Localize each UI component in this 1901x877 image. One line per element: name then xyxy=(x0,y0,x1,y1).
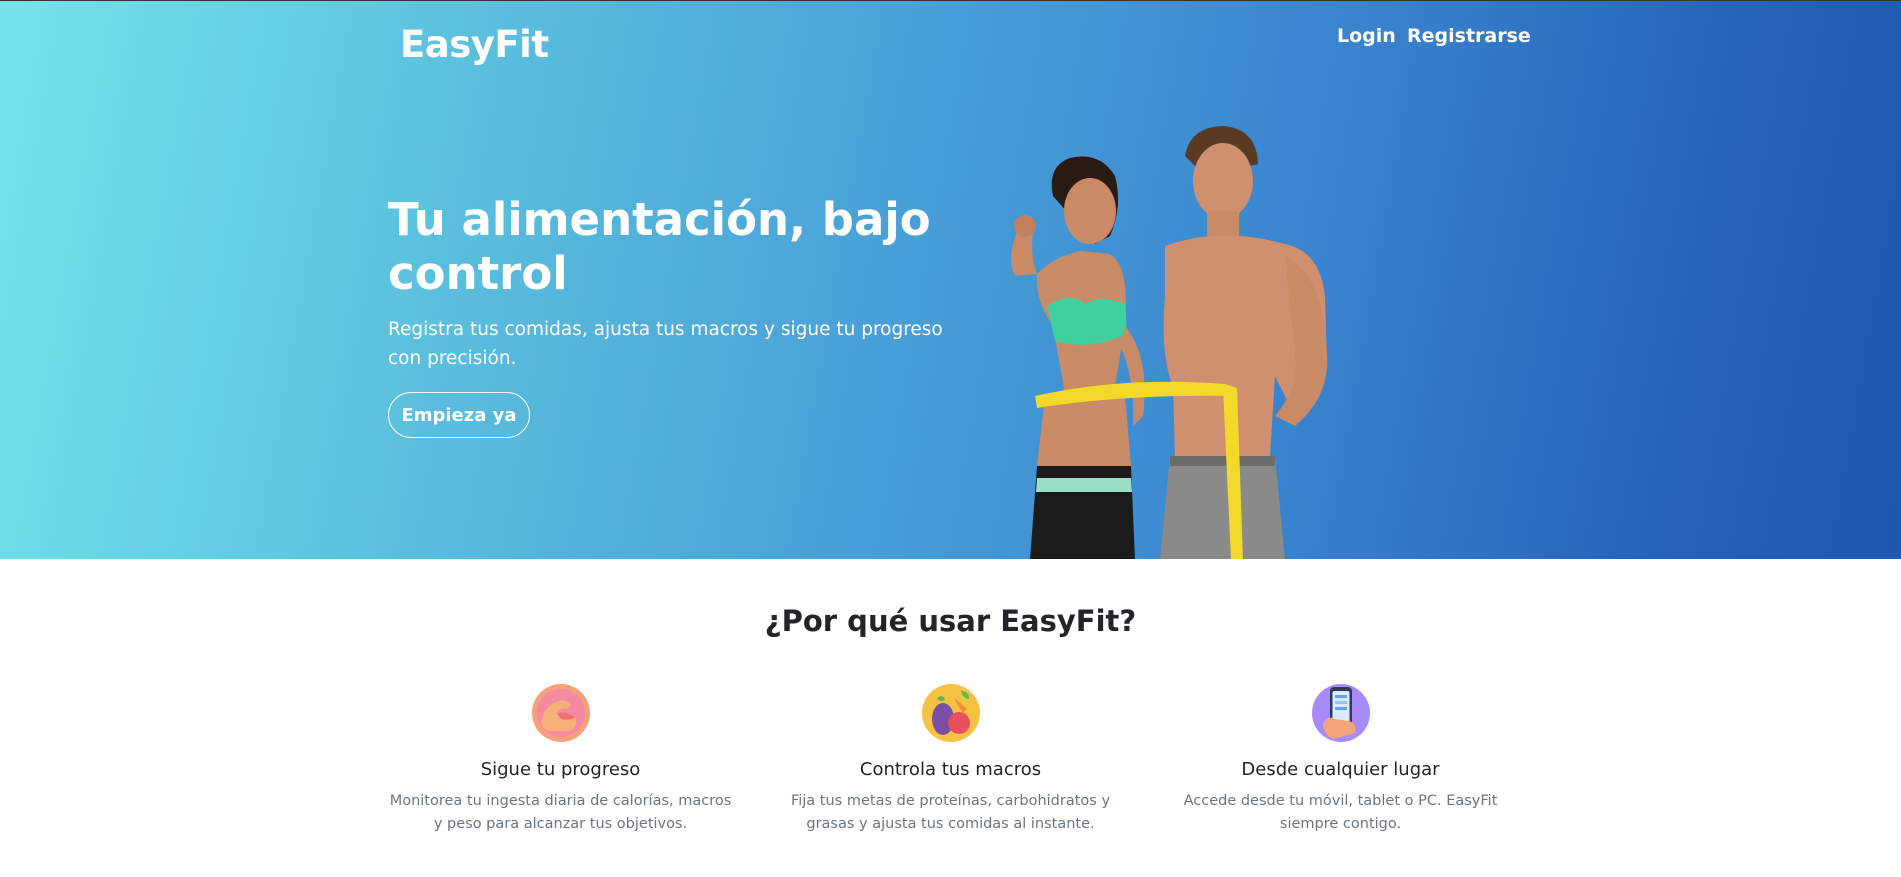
feature-anywhere-title: Desde cualquier lugar xyxy=(1241,759,1440,780)
hero-section: EasyFit Login Registrarse Tu alimentació… xyxy=(0,0,1901,559)
feature-progress: Sigue tu progreso Monitorea tu ingesta d… xyxy=(388,683,733,836)
start-now-button[interactable]: Empieza ya xyxy=(388,392,530,438)
man-figure xyxy=(1160,126,1328,559)
feature-anywhere: Desde cualquier lugar Accede desde tu mó… xyxy=(1168,683,1513,836)
phone-in-hand-icon xyxy=(1311,684,1370,742)
hero-title: Tu alimentación, bajo control xyxy=(388,193,931,300)
feature-progress-title: Sigue tu progreso xyxy=(480,759,641,780)
feature-macros-title: Controla tus macros xyxy=(859,759,1042,780)
flexed-arm-icon xyxy=(531,684,590,742)
feature-anywhere-description: Accede desde tu móvil, tablet o PC. Easy… xyxy=(1183,793,1498,832)
feature-macros: Controla tus macros Fija tus metas de pr… xyxy=(778,683,1123,836)
fitness-couple-photo xyxy=(1011,126,1328,559)
navbar: EasyFit Login Registrarse xyxy=(0,1,1901,76)
register-link[interactable]: Registrarse xyxy=(1407,25,1531,47)
feature-macros-description: Fija tus metas de proteínas, carbohidrat… xyxy=(790,793,1111,832)
hero-subtitle: Registra tus comidas, ajusta tus macros … xyxy=(388,319,943,369)
feature-progress-description: Monitorea tu ingesta diaria de calorías,… xyxy=(389,793,732,832)
login-link[interactable]: Login xyxy=(1337,25,1396,47)
brand-logo[interactable]: EasyFit xyxy=(400,23,549,66)
why-section-title: ¿Por qué usar EasyFit? xyxy=(764,604,1137,638)
vegetables-icon xyxy=(921,684,980,742)
woman-figure xyxy=(1011,156,1145,559)
